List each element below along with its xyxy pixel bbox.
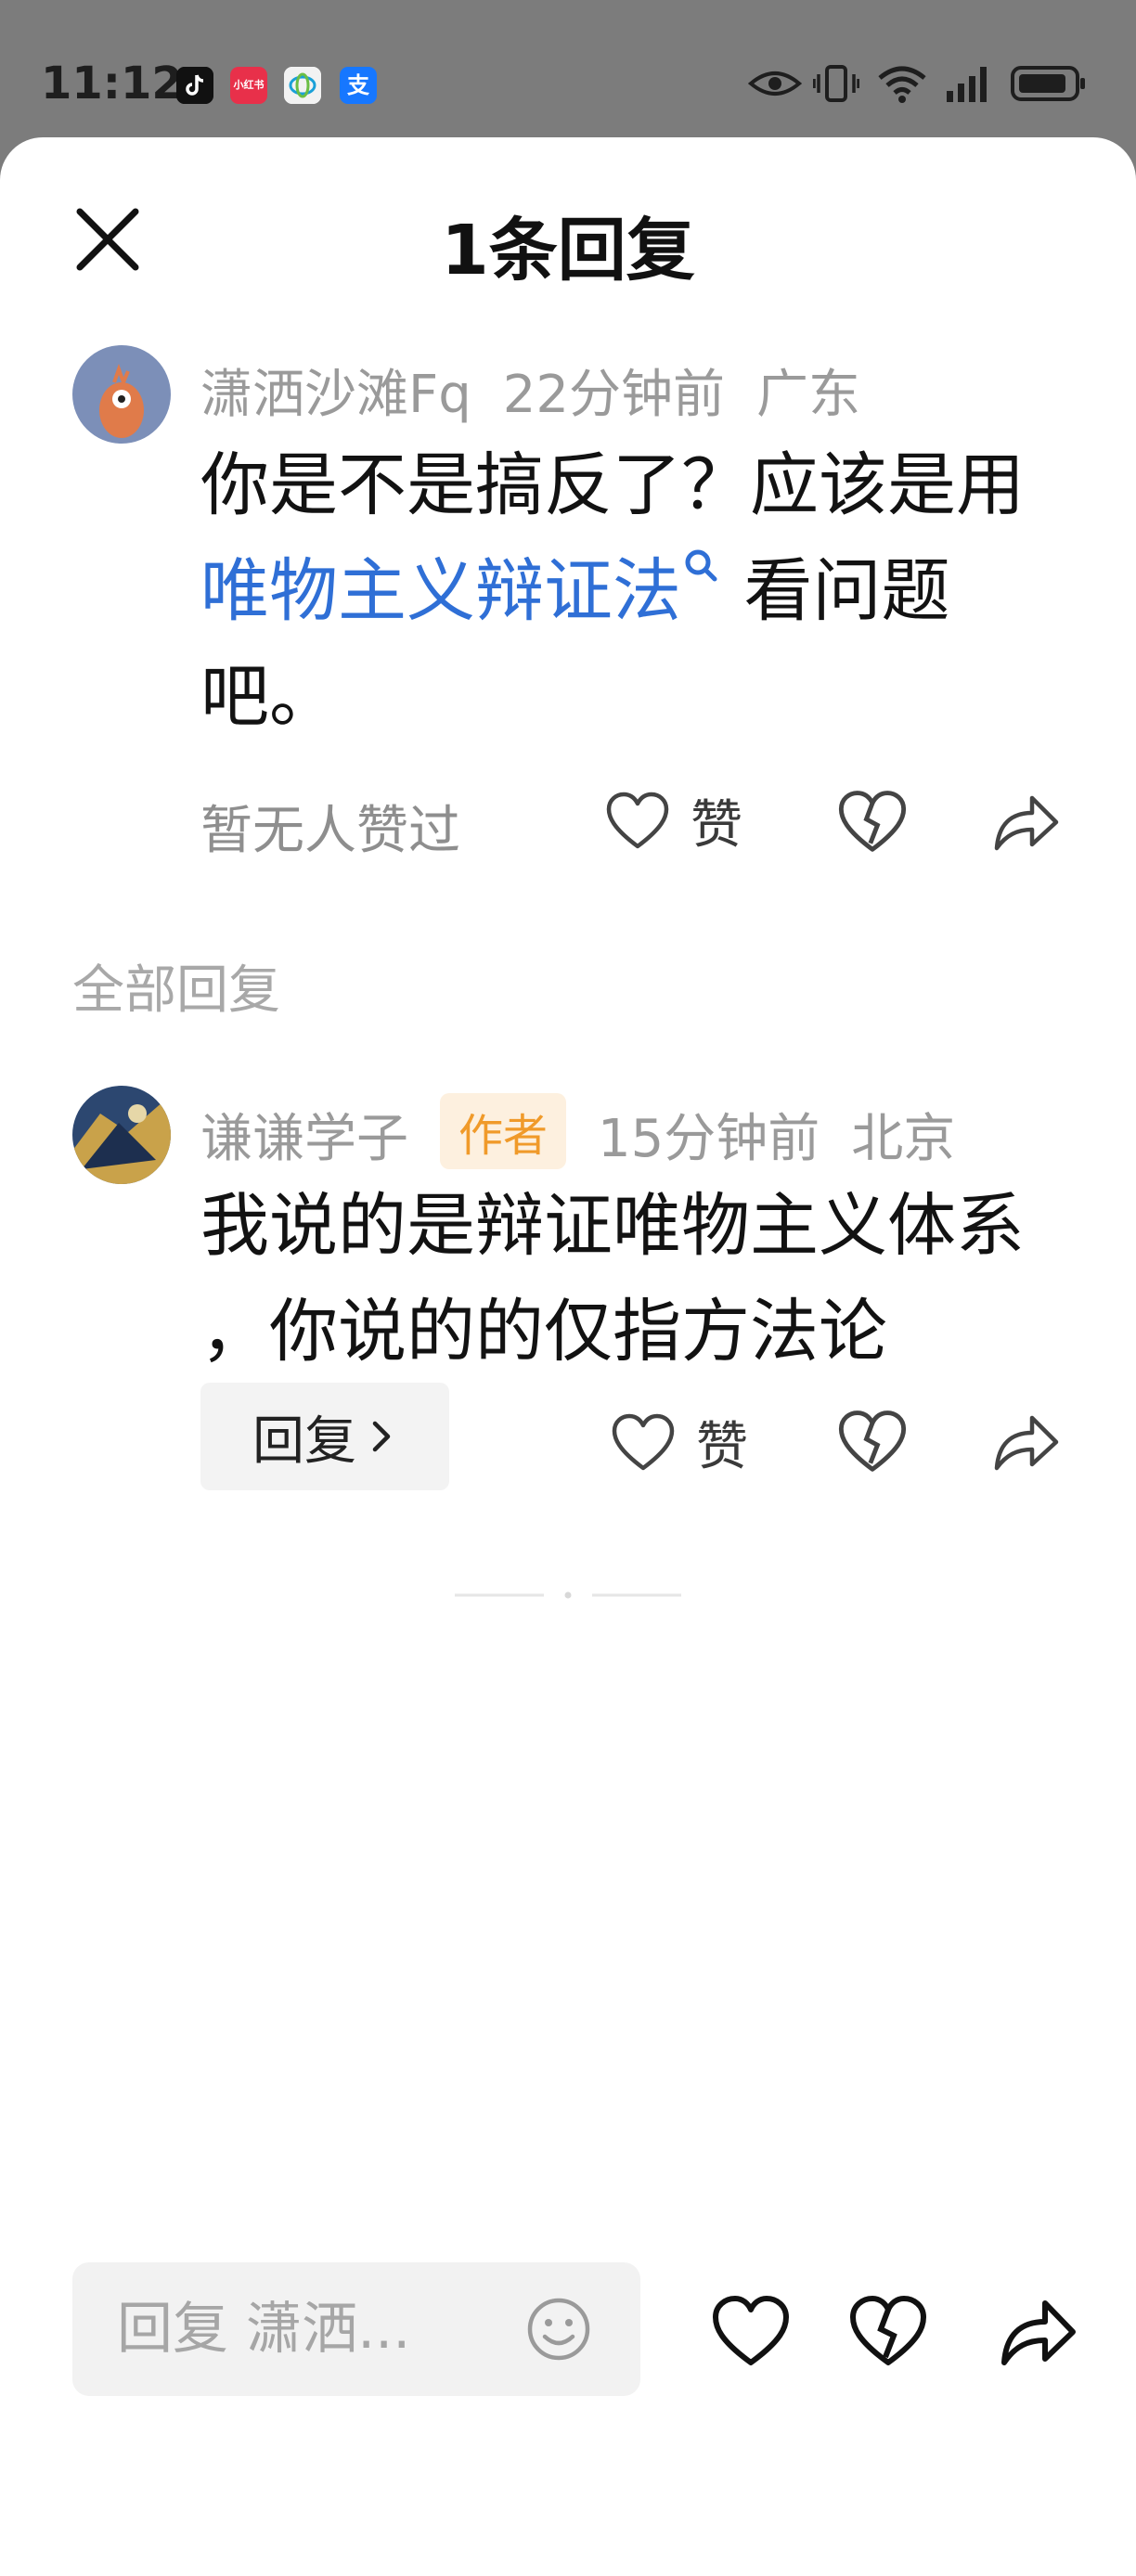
comment-actions: 暂无人赞过 赞	[200, 772, 1073, 874]
timestamp: 22分钟前	[502, 365, 726, 425]
reply-actions: 回复 赞	[200, 1383, 1073, 1492]
end-of-list-divider	[455, 1591, 681, 1599]
share-icon[interactable]	[991, 787, 1062, 857]
chevron-right-icon	[372, 1421, 391, 1452]
battery-icon	[1011, 66, 1085, 101]
like-icon[interactable]	[711, 2292, 791, 2372]
page-title: 1条回复	[441, 211, 695, 290]
signal-icon	[947, 67, 987, 102]
status-time: 11:12	[41, 58, 183, 109]
comment-text: 你是不是搞反了？应该是用唯物主义辩证法 看问题吧。	[200, 445, 1025, 737]
share-icon[interactable]	[999, 2292, 1078, 2372]
eye-icon	[748, 71, 802, 96]
reply-meta: 谦谦学子 作者 15分钟前 北京	[200, 1093, 987, 1172]
dislike-icon[interactable]	[848, 2292, 928, 2372]
username[interactable]: 潇洒沙滩Fq	[200, 365, 471, 425]
xiaohongshu-icon: 小红书	[230, 67, 267, 104]
section-all-replies: 全部回复	[72, 960, 280, 1021]
replies-sheet: 1条回复 潇洒沙滩Fq 22分钟前 广东 你是不是搞反了？应该是用唯物主义辩证法 看…	[0, 137, 1136, 2576]
timestamp: 15分钟前	[598, 1109, 820, 1169]
reply-input[interactable]	[117, 2290, 525, 2368]
china-mobile-icon	[284, 67, 321, 104]
share-icon[interactable]	[991, 1407, 1062, 1477]
reply-text: 我说的是辩证唯物主义体系 ，你说的的仅指方法论	[200, 1186, 1025, 1372]
search-link[interactable]: 唯物主义辩证法	[200, 551, 681, 631]
like-button[interactable]: 赞	[605, 783, 742, 858]
reply-button[interactable]: 回复	[200, 1383, 449, 1490]
status-bar: 11:12 小红书 支	[0, 0, 1136, 137]
reply-input-box[interactable]	[72, 2262, 640, 2396]
tiktok-icon	[176, 67, 213, 104]
heart-icon	[606, 792, 669, 848]
vibrate-icon	[813, 65, 859, 102]
likes-summary: 暂无人赞过	[200, 801, 460, 861]
location: 北京	[851, 1109, 956, 1169]
location: 广东	[756, 365, 861, 425]
search-icon[interactable]	[681, 546, 722, 598]
dislike-icon[interactable]	[837, 787, 908, 857]
comment-meta: 潇洒沙滩Fq 22分钟前 广东	[200, 353, 892, 428]
heart-icon	[612, 1413, 675, 1470]
username[interactable]: 谦谦学子	[200, 1109, 408, 1169]
dislike-icon[interactable]	[837, 1407, 908, 1477]
author-badge: 作者	[440, 1093, 567, 1169]
like-button[interactable]: 赞	[611, 1405, 748, 1480]
avatar[interactable]	[72, 1086, 171, 1184]
avatar[interactable]	[72, 345, 171, 444]
wifi-icon	[878, 66, 926, 103]
alipay-icon: 支	[340, 67, 377, 104]
emoji-icon[interactable]	[525, 2296, 592, 2363]
